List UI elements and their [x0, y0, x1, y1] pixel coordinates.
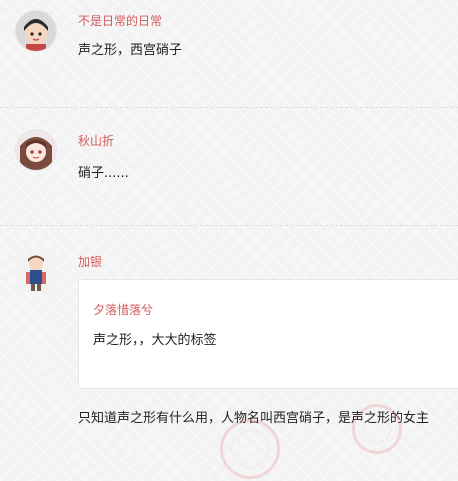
comment-text: 硝子......	[78, 166, 129, 181]
user-avatar[interactable]	[16, 252, 56, 292]
user-avatar[interactable]	[16, 11, 56, 51]
quoted-text: 声之形，，大大的标签	[93, 333, 217, 348]
user-avatar[interactable]	[16, 130, 56, 170]
comment-username[interactable]: 加银	[78, 255, 102, 269]
comment-username[interactable]: 秋山折	[78, 134, 114, 148]
quoted-username[interactable]: 夕落惜落兮	[93, 303, 153, 317]
avatar-image	[16, 252, 56, 292]
comment-text: 声之形，西宫硝子	[78, 43, 183, 58]
avatar-image	[16, 11, 56, 51]
quoted-comment: 夕落惜落兮 声之形，，大大的标签	[78, 279, 458, 389]
comment-divider	[0, 225, 458, 226]
avatar-image	[16, 130, 56, 170]
watermark-stamp	[220, 419, 280, 479]
comment-username[interactable]: 不是日常的日常	[78, 14, 162, 28]
comment-divider	[0, 107, 458, 108]
watermark-stamp	[352, 404, 402, 454]
